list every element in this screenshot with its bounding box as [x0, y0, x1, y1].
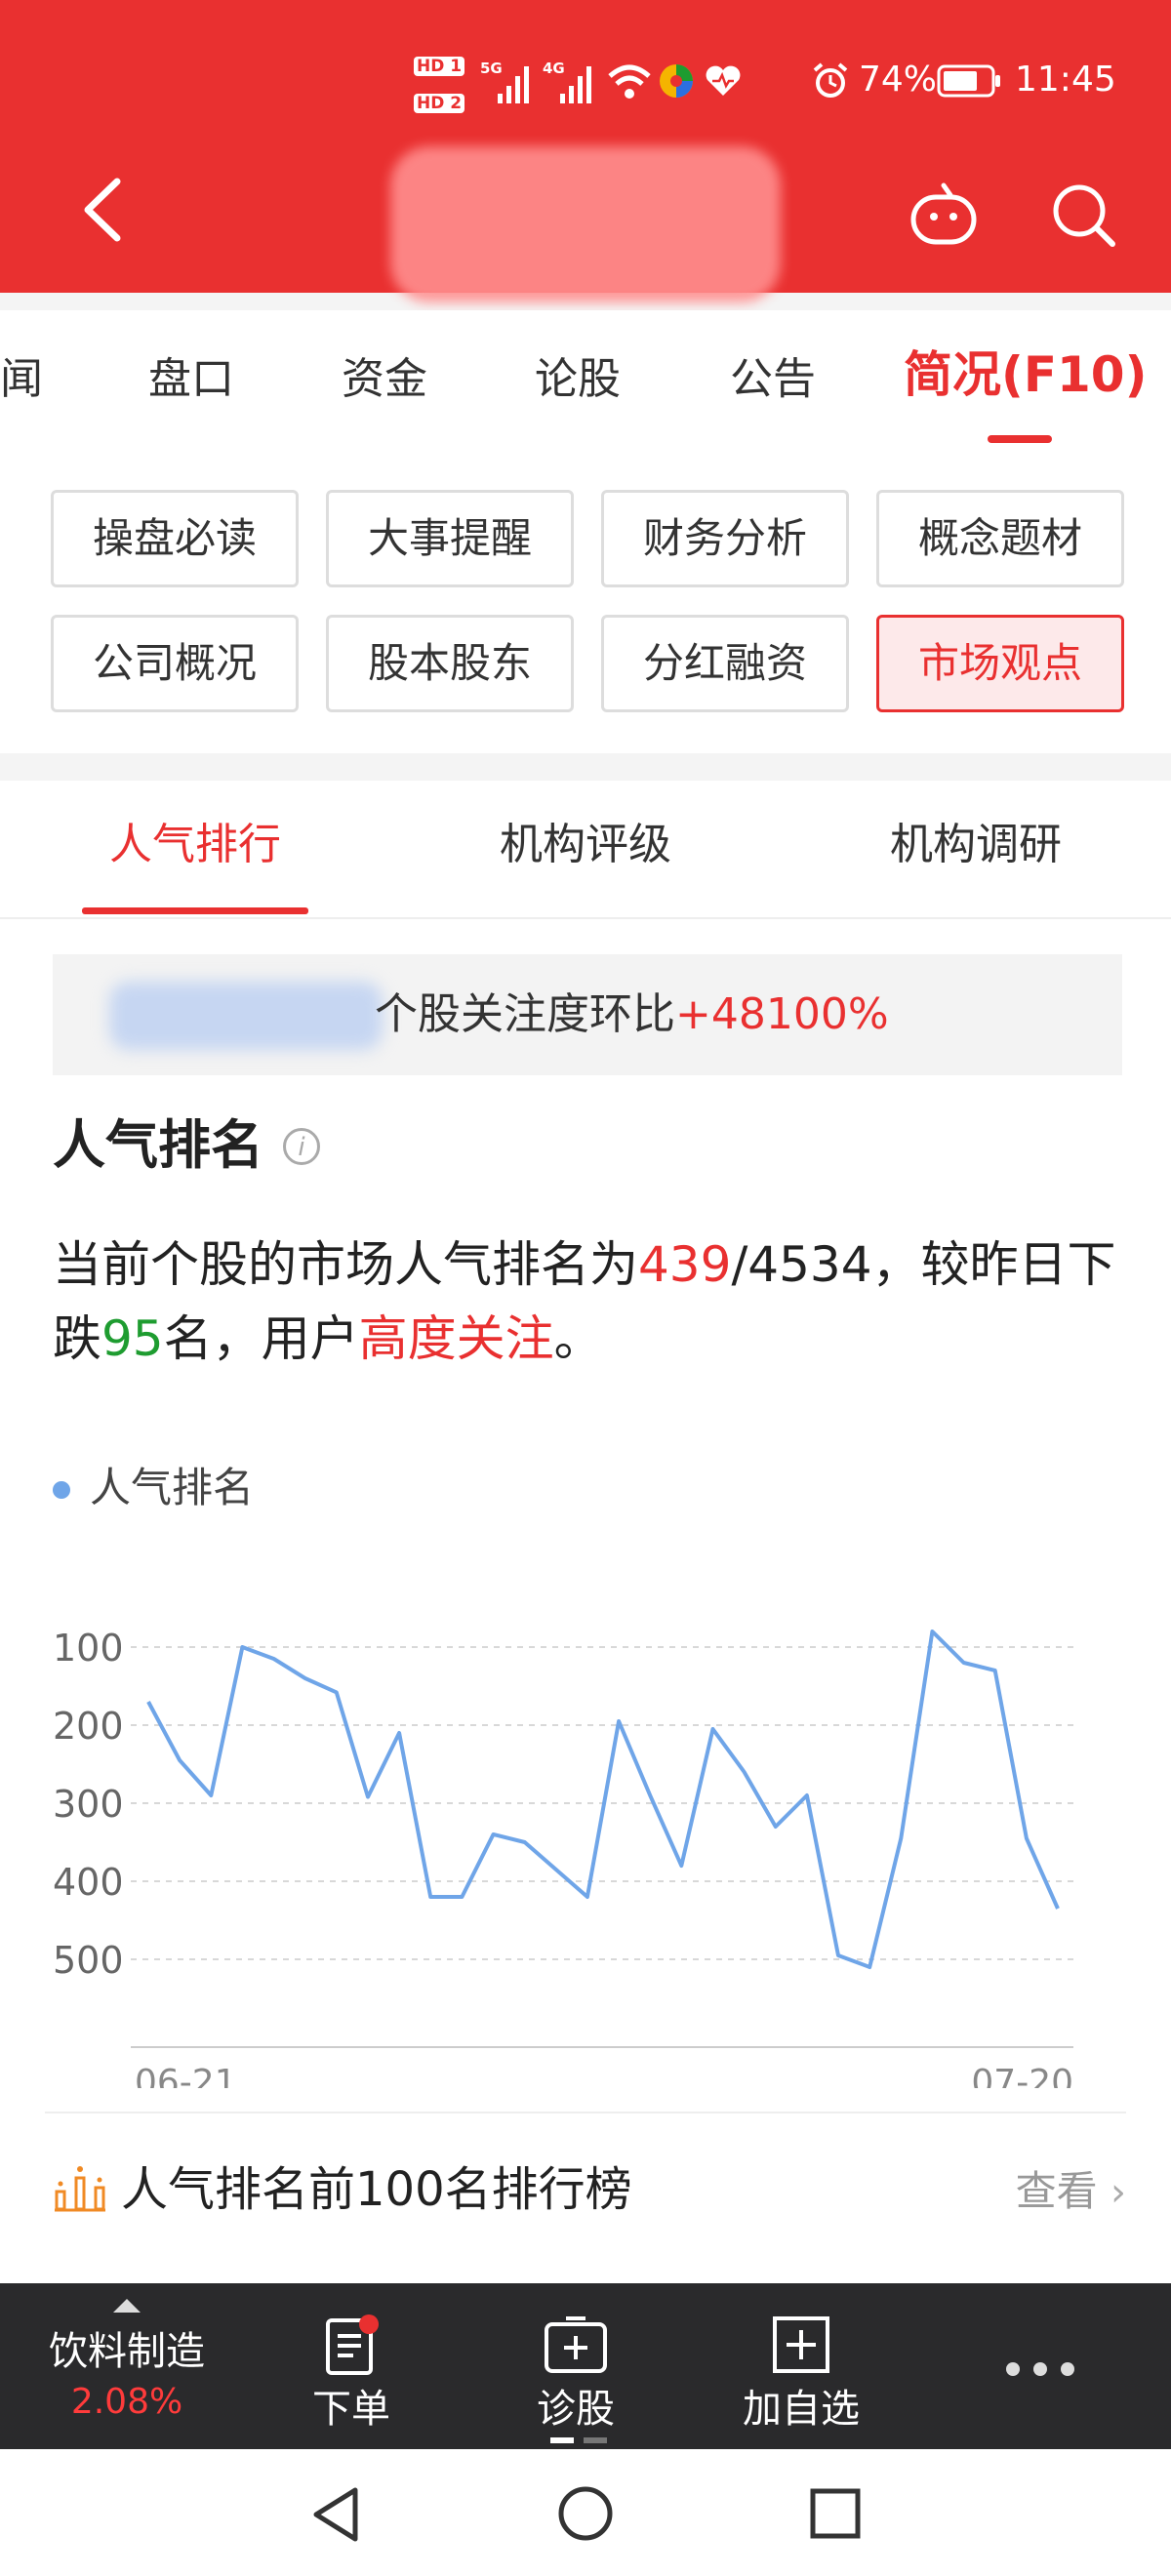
top100-label: 人气排名前100名排行榜: [121, 2162, 632, 2217]
x-tick-label: 06-21: [135, 2063, 237, 2088]
stock-name-redacted: [109, 982, 383, 1050]
hd1-indicator: HD 1: [414, 57, 465, 76]
attention-level: 高度关注: [358, 1310, 554, 1367]
search-icon[interactable]: [1050, 181, 1118, 250]
stock-tab-bar: 闻 盘口 资金 论股 公告 简况(F10): [0, 310, 1171, 453]
robot-icon[interactable]: [908, 181, 980, 246]
recents-square-icon[interactable]: [808, 2486, 863, 2541]
wifi-icon: [608, 64, 651, 99]
y-tick-label: 400: [53, 1861, 124, 1904]
y-tick-label: 200: [53, 1705, 124, 1748]
desc-text-3: 名，用户: [163, 1310, 359, 1367]
top100-ranking-row[interactable]: 人气排名前100名排行榜 查看 ›: [53, 2156, 1126, 2234]
desc-text-1: 当前个股的市场人气排名为: [53, 1236, 638, 1293]
tab-institution-ratings[interactable]: 机构评级: [500, 820, 671, 870]
chevron-right-icon: ›: [1110, 2170, 1126, 2215]
alarm-icon: [813, 62, 848, 98]
tab-f10-overview[interactable]: 简况(F10): [904, 349, 1147, 400]
app-color-icon: [660, 64, 693, 98]
more-icon[interactable]: [1003, 2359, 1077, 2379]
subnav-concept-themes[interactable]: 概念题材: [876, 490, 1124, 587]
stock-title-redacted: [390, 146, 781, 302]
section-title: 人气排名: [53, 1114, 263, 1176]
subnav-shareholders[interactable]: 股本股东: [326, 615, 574, 712]
hd2-indicator: HD 2: [414, 94, 465, 113]
attention-banner-text: 个股关注度环比+48100%: [375, 987, 889, 1042]
y-tick-label: 500: [53, 1939, 124, 1982]
page-indicator: [550, 2437, 615, 2445]
desc-text-end: 。: [553, 1310, 603, 1367]
y-tick-label: 300: [53, 1783, 124, 1826]
clock-time: 11:45: [1015, 60, 1116, 100]
order-label: 下单: [312, 2387, 390, 2432]
sector-change: 2.08%: [70, 2382, 183, 2422]
subnav-dividends-financing[interactable]: 分红融资: [601, 615, 849, 712]
add-box-icon: [773, 2316, 829, 2373]
battery-icon: [937, 64, 1000, 98]
divider: [45, 2112, 1126, 2113]
attention-banner: 个股关注度环比+48100%: [53, 954, 1122, 1075]
bottom-action-bar: 饮料制造 2.08% 下单 诊股 加自选: [0, 2283, 1171, 2449]
tab-news[interactable]: 闻: [0, 354, 43, 405]
sector-info[interactable]: 饮料制造 2.08%: [20, 2326, 234, 2428]
status-bar: HD 1 HD 2 5G 4G 74% 11:45: [0, 49, 1171, 127]
active-tab-indicator: [988, 435, 1052, 443]
diagnose-icon: [545, 2316, 607, 2373]
current-rank: 439: [638, 1236, 732, 1293]
sector-name: 饮料制造: [49, 2329, 205, 2374]
tab-funds[interactable]: 资金: [342, 354, 427, 405]
attention-change-value: +48100%: [675, 989, 889, 1039]
subnav-trading-guide[interactable]: 操盘必读: [51, 490, 299, 587]
tab-discussion[interactable]: 论股: [535, 354, 621, 405]
signal-5g-icon: [498, 66, 529, 103]
diagnose-button[interactable]: 诊股: [517, 2293, 634, 2439]
order-document-icon: [326, 2314, 379, 2375]
popularity-line-chart: 100 200 300 400 500 06-21 07-20: [53, 1627, 1073, 2088]
rank-drop: 95: [101, 1310, 164, 1367]
home-circle-icon[interactable]: [556, 2484, 615, 2543]
health-heart-icon: [706, 65, 741, 96]
caret-up-icon: [113, 2299, 141, 2313]
legend-label: 人气排名: [90, 1464, 255, 1511]
attention-label: 个股关注度环比: [375, 989, 675, 1039]
tab-popularity-ranking[interactable]: 人气排行: [109, 820, 281, 870]
f10-subnav-grid: 操盘必读 大事提醒 财务分析 概念题材 公司概况 股本股东 分红融资 市场观点: [0, 451, 1171, 753]
tab-institution-research[interactable]: 机构调研: [890, 820, 1062, 870]
market-views-panel: 人气排行 机构评级 机构调研 个股关注度环比+48100% 人气排名 i 当前个…: [0, 781, 1171, 2283]
series-line-popularity: [146, 1630, 1060, 1969]
diagnose-label: 诊股: [537, 2387, 615, 2432]
tab-order-book[interactable]: 盘口: [148, 354, 234, 405]
y-tick-label: 100: [53, 1627, 124, 1670]
chevron-left-icon[interactable]: [78, 176, 127, 244]
subnav-event-reminders[interactable]: 大事提醒: [326, 490, 574, 587]
divider: [0, 917, 1171, 919]
popularity-description: 当前个股的市场人气排名为439/4534，较昨日下跌95名，用户高度关注。: [53, 1228, 1126, 1376]
subnav-company-profile[interactable]: 公司概况: [51, 615, 299, 712]
bar-chart-icon: [55, 2166, 105, 2212]
subnav-financial-analysis[interactable]: 财务分析: [601, 490, 849, 587]
back-triangle-icon[interactable]: [308, 2484, 363, 2545]
subnav-market-views[interactable]: 市场观点: [876, 615, 1124, 712]
info-icon[interactable]: i: [283, 1128, 320, 1165]
view-link-label: 查看: [1015, 2167, 1098, 2215]
add-watchlist-label: 加自选: [743, 2387, 860, 2432]
legend-dot: [53, 1481, 70, 1499]
x-tick-label: 07-20: [971, 2063, 1073, 2088]
system-nav-bar: [0, 2449, 1171, 2576]
order-button[interactable]: 下单: [293, 2293, 410, 2439]
add-watchlist-button[interactable]: 加自选: [738, 2293, 865, 2439]
tab-announcements[interactable]: 公告: [730, 354, 816, 405]
signal-4g-icon: [560, 66, 591, 103]
active-subtab-indicator: [82, 907, 308, 914]
battery-percent: 74%: [859, 60, 938, 100]
view-link[interactable]: 查看 ›: [1016, 2164, 1126, 2220]
app-header: HD 1 HD 2 5G 4G 74% 11:45: [0, 0, 1171, 302]
